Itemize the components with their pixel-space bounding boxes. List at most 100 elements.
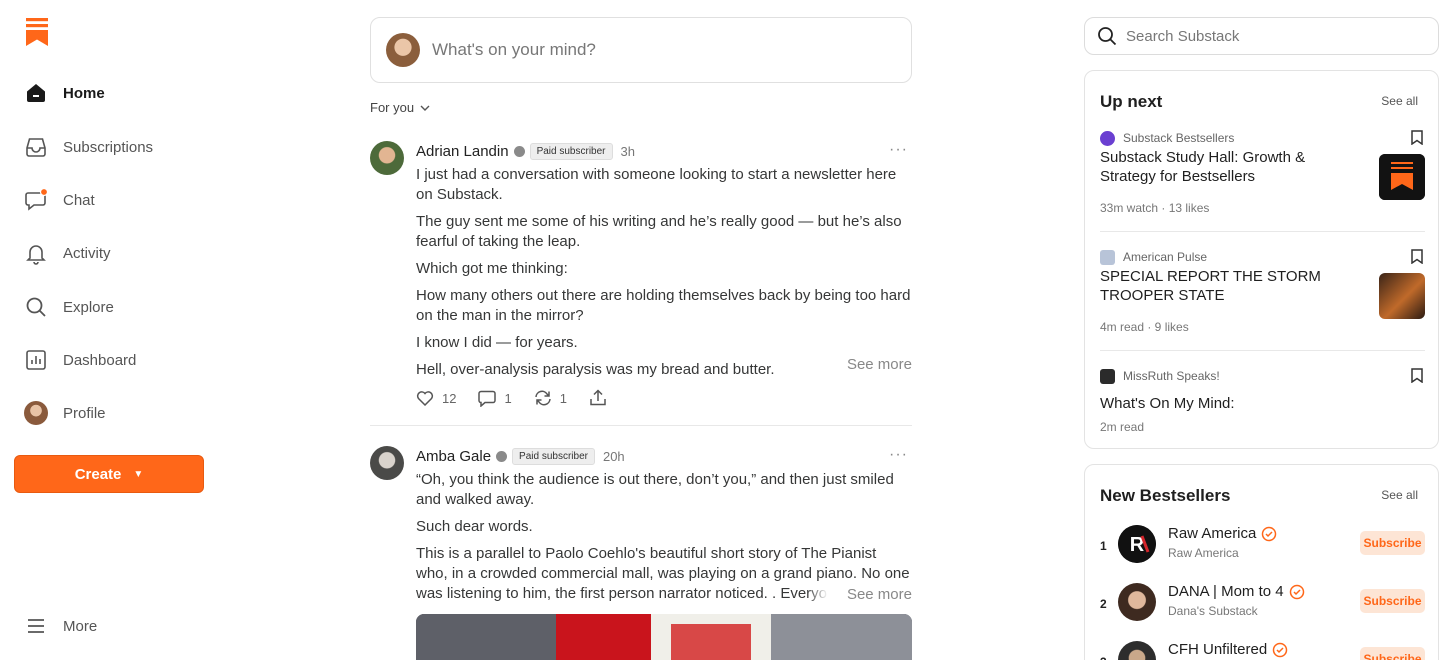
verified-icon [1272,642,1288,657]
subscribe-button[interactable]: Subscribe [1360,531,1425,555]
share-icon [590,389,606,406]
search-bar[interactable] [1084,17,1439,55]
home-icon [14,71,58,115]
search-input[interactable] [1126,27,1426,45]
new-bestsellers-card: New Bestsellers See all 1 R Raw America … [1084,464,1439,660]
caret-down-icon: ▼ [133,468,144,480]
chat-bubble-icon [14,178,58,222]
feed: What's on your mind? For you Adrian Land… [370,0,912,660]
up-next-item[interactable]: MissRuth Speaks! What's On My Mind: 2m r… [1100,368,1425,438]
sidebar-item-label: More [63,617,98,635]
publication-icon [1100,368,1115,384]
substack-logo-icon[interactable] [26,18,48,46]
post-paragraph: I know I did — for years. [416,334,578,351]
post-paragraph: The guy sent me some of his writing and … [416,213,902,250]
sidebar-item-label: Chat [63,191,95,209]
composer[interactable]: What's on your mind? [370,17,912,83]
search-icon [1098,27,1117,46]
avatar [1118,583,1156,621]
bestseller-item[interactable]: 3 CFH Unfiltered Subscribe [1100,641,1425,660]
see-more-link[interactable]: See more [806,586,912,603]
bestseller-rank: 2 [1100,597,1107,611]
up-next-item[interactable]: Substack Bestsellers Substack Study Hall… [1100,130,1425,230]
avatar [24,401,48,425]
comment-count: 1 [504,390,512,406]
post-image[interactable] [416,614,912,660]
restack-icon [534,390,551,406]
publication-icon [1100,130,1115,146]
bestseller-rank: 1 [1100,539,1107,553]
feed-filter-dropdown[interactable]: For you [370,100,430,115]
restack-button[interactable]: 1 [534,390,567,406]
sidebar-item-more[interactable]: More [14,604,204,648]
subscribe-button[interactable]: Subscribe [1360,647,1425,660]
up-next-card: Up next See all Substack Bestsellers Sub… [1084,70,1439,449]
bell-icon [14,231,58,275]
post-paragraph: Such dear words. [416,518,533,535]
sidebar-item-home[interactable]: Home [14,71,204,115]
post-paragraph: I just had a conversation with someone l… [416,166,897,203]
feed-filter-label: For you [370,100,415,115]
up-next-item[interactable]: American Pulse SPECIAL REPORT THE STORM … [1100,249,1425,349]
bestseller-item[interactable]: 2 DANA | Mom to 4 Dana's Substack Subscr… [1100,583,1425,629]
bestseller-name: CFH Unfiltered [1168,641,1268,658]
divider [1100,231,1425,232]
post-author[interactable]: Amba Gale [416,448,491,465]
like-button[interactable]: 12 [416,390,456,406]
sidebar-item-subscriptions[interactable]: Subscriptions [14,125,204,169]
subscribe-button[interactable]: Subscribe [1360,589,1425,613]
thumbnail [1379,273,1425,319]
card-title: Up next [1100,92,1163,111]
avatar[interactable] [370,446,404,480]
comment-button[interactable]: 1 [478,390,512,407]
chevron-down-icon [420,105,430,111]
post-body[interactable]: I just had a conversation with someone l… [416,165,912,387]
thumbnail [1379,154,1425,200]
bestseller-publication: Dana's Substack [1168,604,1258,618]
post-divider [370,425,912,426]
bestseller-item[interactable]: 1 R Raw America Raw America Subscribe [1100,525,1425,571]
up-next-meta: 33m watch · 13 likes [1100,201,1210,215]
bookmark-icon[interactable] [1411,368,1423,383]
up-next-title: SPECIAL REPORT THE STORM TROOPER STATE [1100,268,1321,304]
create-button-label: Create [74,465,122,483]
composer-placeholder: What's on your mind? [432,40,596,59]
heart-icon [416,391,434,406]
verified-icon [1289,584,1304,599]
right-column: Up next See all Substack Bestsellers Sub… [1084,0,1439,660]
sidebar-item-chat[interactable]: Chat [14,178,204,222]
sidebar-item-explore[interactable]: Explore [14,285,204,329]
sidebar-item-activity[interactable]: Activity [14,231,204,275]
avatar[interactable] [370,141,404,175]
create-button[interactable]: Create ▼ [14,455,204,493]
bestseller-publication: Raw America [1168,546,1239,560]
verified-icon [513,145,525,157]
see-more-link[interactable]: See more [806,356,912,373]
restack-count: 1 [559,390,567,406]
see-all-link[interactable]: See all [1381,94,1418,108]
bookmark-icon[interactable] [1411,130,1423,145]
bookmark-icon[interactable] [1411,249,1423,264]
hamburger-menu-icon [14,604,58,648]
inbox-icon [14,125,58,169]
sidebar-item-label: Subscriptions [63,138,154,156]
search-icon [14,285,58,329]
share-button[interactable] [589,389,607,407]
sidebar-item-label: Dashboard [63,351,137,369]
post-time: 20h [602,448,625,464]
see-all-link[interactable]: See all [1381,488,1418,502]
avatar [386,33,420,67]
publication-name: Substack Bestsellers [1123,131,1235,145]
card-title: New Bestsellers [1100,486,1231,505]
post-author[interactable]: Adrian Landin [416,143,509,160]
sidebar-item-label: Home [63,84,105,102]
more-options-icon[interactable]: ··· [889,141,908,159]
sidebar-item-profile[interactable]: Profile [14,391,204,435]
up-next-title: What's On My Mind: [1100,395,1235,412]
sidebar-item-dashboard[interactable]: Dashboard [14,338,204,382]
feed-post: Adrian Landin Paid subscriber 3h ··· I j… [370,141,912,421]
divider [1100,350,1425,351]
verified-icon [1262,526,1277,541]
more-options-icon[interactable]: ··· [889,446,908,464]
bestseller-name: Raw America [1168,525,1257,542]
